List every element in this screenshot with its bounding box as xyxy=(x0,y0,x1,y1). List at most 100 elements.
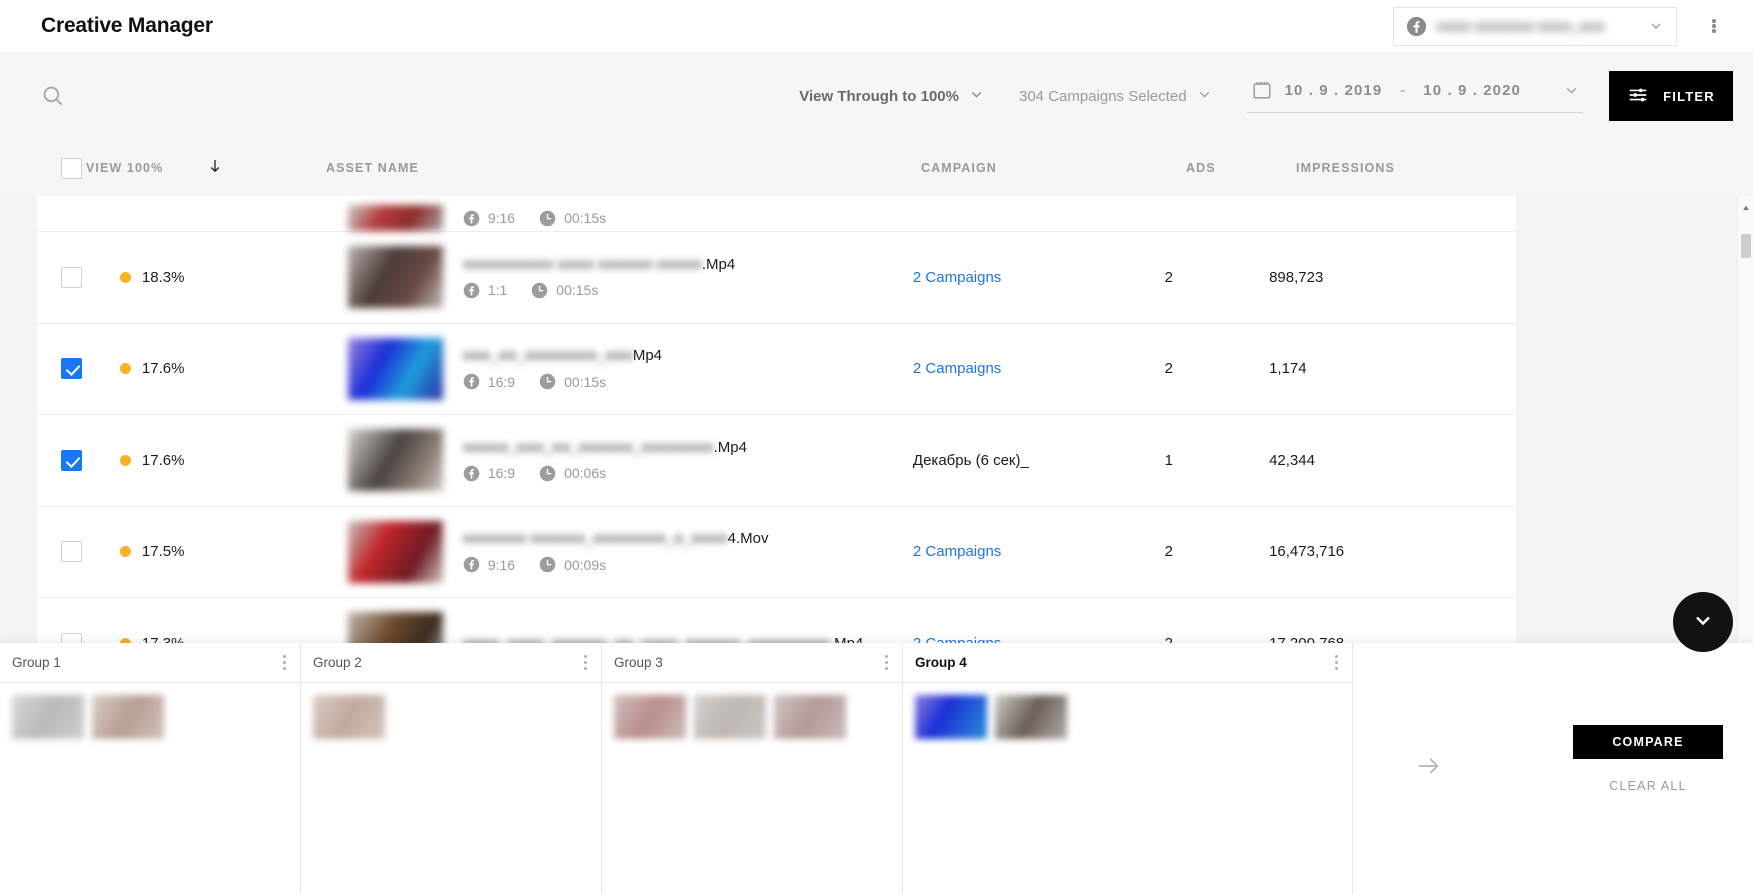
row-select-cell xyxy=(37,358,120,380)
table-row[interactable]: 17.6% ●●●_●●_●●●●●●●●_●●● Mp4 16:9 00:15s 2 C… xyxy=(37,323,1516,415)
status-dot xyxy=(119,363,131,375)
group-menu-button[interactable] xyxy=(584,654,587,671)
account-selector[interactable]: ●●●● ●●●●●●● ●●●●_●●● xyxy=(1393,6,1677,46)
group-thumbnail[interactable] xyxy=(92,695,164,739)
campaign-cell[interactable]: 2 Campaigns xyxy=(913,269,1165,286)
campaign-link[interactable]: 2 Campaigns xyxy=(913,360,1001,377)
compare-button[interactable]: COMPARE xyxy=(1573,724,1723,759)
asset-cell[interactable]: ●●●_●●_●●●●●●●●_●●● Mp4 16:9 00:15s xyxy=(347,337,913,400)
filter-button[interactable]: FILTER xyxy=(1609,71,1733,121)
asset-thumbnail[interactable] xyxy=(347,429,443,492)
row-checkbox[interactable] xyxy=(61,358,82,380)
group-thumbnail[interactable] xyxy=(774,695,846,739)
aspect-ratio-value: 9:16 xyxy=(487,210,516,226)
group-menu-button[interactable] xyxy=(1335,654,1338,671)
column-header-impressions[interactable]: IMPRESSIONS xyxy=(1296,161,1556,175)
group-title[interactable]: Group 1 xyxy=(12,655,61,670)
group-thumbnail[interactable] xyxy=(313,695,385,739)
column-header-view[interactable]: VIEW 100% xyxy=(86,161,206,175)
overflow-menu-button[interactable] xyxy=(1693,5,1735,47)
asset-table[interactable]: 9:16 00:15s 18.3% ●●●●●●●●●● ●●●● ●●●●●● ●●… xyxy=(37,196,1516,651)
clock-icon xyxy=(539,210,556,227)
view-through-dropdown[interactable]: View Through to 100% xyxy=(799,86,985,107)
kebab-dot xyxy=(584,666,587,670)
group-thumbnail[interactable] xyxy=(995,695,1067,739)
campaign-link[interactable]: 2 Campaigns xyxy=(913,269,1001,286)
view-rate-cell: 17.6% xyxy=(119,452,234,469)
asset-cell[interactable]: ●●●●●_●●●_●●_●●●●●●_●●●●●●●● .Mp4 16:9 00:0… xyxy=(347,429,913,492)
asset-cell[interactable]: ●●●●●●● ●●●●●●_●●●●●●●●_●_●●●● 4.Mov 9:16 0… xyxy=(347,520,913,583)
table-scrollbar[interactable] xyxy=(1737,196,1753,651)
asset-thumbnail[interactable] xyxy=(347,205,443,231)
group-thumbnail[interactable] xyxy=(915,695,987,739)
row-checkbox[interactable] xyxy=(61,266,82,288)
column-header-campaign[interactable]: CAMPAIGN xyxy=(921,161,1186,175)
table-row[interactable]: 18.3% ●●●●●●●●●● ●●●● ●●●●●● ●●●●● .Mp4 1:1… xyxy=(37,232,1516,324)
asset-name-redacted: ●●●_●●_●●●●●●●●_●●● xyxy=(462,347,633,365)
filter-bar: View Through to 100% 304 Campaigns Selec… xyxy=(0,52,1753,140)
group-column[interactable]: Group 1 xyxy=(0,643,301,894)
select-all-checkbox[interactable] xyxy=(61,157,82,179)
clock-icon xyxy=(539,556,556,573)
group-column[interactable]: Group 2 xyxy=(301,643,602,894)
asset-cell[interactable]: ●●●●●●●●●● ●●●● ●●●●●● ●●●●● .Mp4 1:1 00:15… xyxy=(347,246,913,309)
sort-indicator[interactable] xyxy=(206,157,326,180)
scrollbar-thumb[interactable] xyxy=(1741,234,1751,258)
group-thumbnail[interactable] xyxy=(694,695,766,739)
campaign-cell[interactable]: 2 Campaigns xyxy=(913,543,1165,560)
date-from: 10 . 9 . 2019 xyxy=(1284,81,1383,99)
group-menu-button[interactable] xyxy=(885,654,888,671)
group-header: Group 2 xyxy=(301,643,601,683)
date-range-picker[interactable]: 10 . 9 . 2019 - 10 . 9 . 2020 xyxy=(1246,79,1583,113)
aspect-ratio-value: 16:9 xyxy=(487,373,516,390)
row-checkbox[interactable] xyxy=(61,449,82,471)
status-dot xyxy=(119,546,131,558)
chevron-down-icon[interactable] xyxy=(1648,18,1664,34)
next-groups-button[interactable] xyxy=(1353,643,1503,894)
platform-ratio: 9:16 xyxy=(463,210,515,227)
asset-thumbnail[interactable] xyxy=(347,246,443,309)
asset-name-redacted: ●●●●●_●●●_●●_●●●●●●_●●●●●●●● xyxy=(462,438,714,456)
group-title[interactable]: Group 2 xyxy=(313,655,362,670)
duration-group: 00:15s xyxy=(531,282,598,299)
campaigns-selected-dropdown[interactable]: 304 Campaigns Selected xyxy=(1019,86,1213,107)
group-title[interactable]: Group 4 xyxy=(915,655,967,670)
facebook-icon xyxy=(463,210,480,227)
arrow-right-icon xyxy=(1414,752,1442,785)
asset-thumbnail[interactable] xyxy=(347,520,443,583)
kebab-dot xyxy=(584,655,587,659)
collapse-drawer-fab[interactable] xyxy=(1673,592,1733,652)
impressions-value: 1,174 xyxy=(1269,360,1307,378)
group-thumbnail[interactable] xyxy=(614,695,686,739)
table-row[interactable]: 17.5% ●●●●●●● ●●●●●●_●●●●●●●●_●_●●●● 4.Mov… xyxy=(37,506,1516,598)
facebook-icon xyxy=(463,282,480,299)
creative-manager-app: Creative Manager ●●●● ●●●●●●● ●●●●_●●● V… xyxy=(0,0,1753,894)
row-checkbox[interactable] xyxy=(61,541,82,563)
asset-thumbnail[interactable] xyxy=(347,337,443,400)
campaign-link[interactable]: 2 Campaigns xyxy=(913,543,1001,560)
group-thumbnail[interactable] xyxy=(12,695,84,739)
chevron-down-icon xyxy=(1563,82,1579,98)
group-column[interactable]: Group 4 xyxy=(903,643,1353,894)
kebab-dot xyxy=(1335,655,1338,659)
group-title[interactable]: Group 3 xyxy=(614,655,663,670)
group-thumbnails xyxy=(602,683,902,894)
table-row[interactable]: 9:16 00:15s xyxy=(37,196,1516,232)
column-header-ads[interactable]: ADS xyxy=(1186,161,1296,175)
facebook-icon xyxy=(1406,16,1427,37)
group-menu-button[interactable] xyxy=(283,654,286,671)
asset-cell[interactable]: 9:16 00:15s xyxy=(347,205,913,231)
table-row[interactable]: 17.6% ●●●●●_●●●_●●_●●●●●●_●●●●●●●● .Mp4 16:… xyxy=(37,415,1516,507)
asset-name-redacted: ●●●●●●● ●●●●●●_●●●●●●●●_●_●●●● xyxy=(462,530,728,548)
search-button[interactable] xyxy=(40,81,70,111)
row-select-cell xyxy=(37,449,120,471)
campaign-name: Декабрь (6 сек)_ xyxy=(912,451,1029,469)
scroll-up-arrow-icon[interactable] xyxy=(1741,200,1751,218)
group-columns: Group 1 Group 2 Group 3 Group 4 xyxy=(0,643,1353,894)
account-name: ●●●● ●●●●●●● ●●●●_●●● xyxy=(1437,18,1605,34)
column-header-asset[interactable]: ASSET NAME xyxy=(326,161,921,175)
group-column[interactable]: Group 3 xyxy=(602,643,903,894)
filter-controls: View Through to 100% 304 Campaigns Selec… xyxy=(799,71,1753,121)
campaign-cell[interactable]: 2 Campaigns xyxy=(913,360,1165,377)
clear-all-button[interactable]: CLEAR ALL xyxy=(1573,768,1723,803)
